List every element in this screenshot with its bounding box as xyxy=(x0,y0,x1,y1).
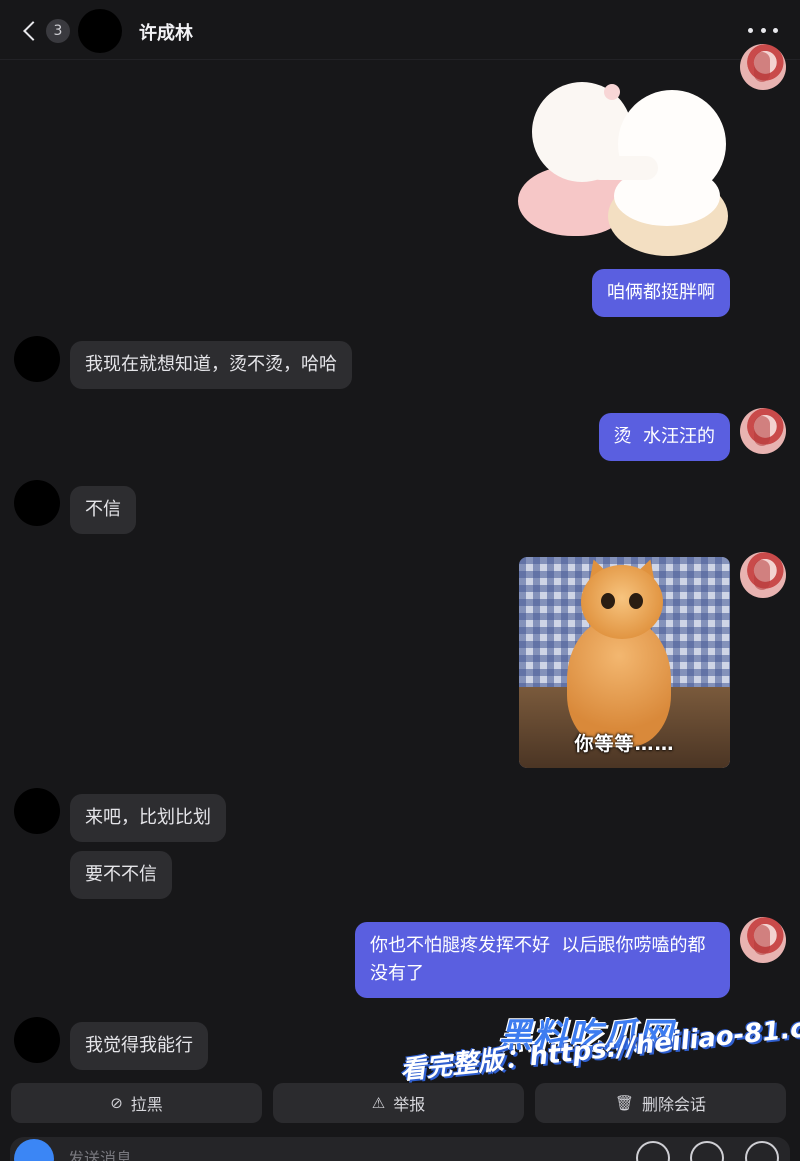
report-button[interactable]: ⚠ 举报 xyxy=(273,1083,524,1123)
sticker-bears-hugging[interactable] xyxy=(518,76,732,258)
contact-avatar[interactable] xyxy=(14,1017,60,1063)
message-bubble-other[interactable]: 我现在就想知道，烫不烫，哈哈 xyxy=(70,341,352,389)
sticker-orange-cat[interactable]: 你等等…… xyxy=(519,557,730,768)
more-button[interactable] xyxy=(748,22,778,38)
contact-avatar[interactable] xyxy=(14,336,60,382)
delete-label: 删除会话 xyxy=(642,1095,707,1114)
report-label: 举报 xyxy=(393,1095,426,1114)
block-icon: ⊘ xyxy=(110,1094,123,1112)
unread-badge: 3 xyxy=(46,19,70,43)
message-bubble-self[interactable]: 你也不怕腿疼发挥不好 以后跟你唠嗑的都没有了 xyxy=(355,922,730,998)
delete-conversation-button[interactable]: 🗑 删除会话 xyxy=(535,1083,786,1123)
contact-avatar[interactable] xyxy=(78,9,122,53)
message-bubble-other[interactable]: 来吧，比划比划 xyxy=(70,794,226,842)
contact-name[interactable]: 许成林 xyxy=(139,19,193,45)
self-avatar[interactable] xyxy=(740,917,786,963)
self-avatar[interactable] xyxy=(740,44,786,90)
trash-icon: 🗑 xyxy=(614,1094,635,1112)
contact-avatar[interactable] xyxy=(14,480,60,526)
message-bubble-other[interactable]: 我觉得我能行 xyxy=(70,1022,208,1070)
self-avatar[interactable] xyxy=(740,408,786,454)
message-bubble-self[interactable]: 咱俩都挺胖啊 xyxy=(592,269,730,317)
back-button[interactable]: 3 xyxy=(18,16,70,46)
more-icon xyxy=(748,27,753,33)
block-button[interactable]: ⊘ 拉黑 xyxy=(11,1083,262,1123)
message-input-placeholder: 发送消息 xyxy=(68,1149,133,1161)
message-input-bar: 发送消息 xyxy=(0,1133,800,1161)
message-bubble-other[interactable]: 要不不信 xyxy=(70,851,172,899)
message-bubble-other[interactable]: 不信 xyxy=(70,486,136,534)
block-label: 拉黑 xyxy=(130,1095,163,1114)
contact-avatar[interactable] xyxy=(14,788,60,834)
message-bubble-self[interactable]: 烫 水汪汪的 xyxy=(598,413,730,461)
back-chevron-icon xyxy=(23,21,43,41)
warning-icon: ⚠ xyxy=(371,1094,386,1112)
sticker-caption: 你等等…… xyxy=(574,733,675,755)
self-avatar[interactable] xyxy=(740,552,786,598)
chat-header: 3 许成林 xyxy=(0,0,800,60)
